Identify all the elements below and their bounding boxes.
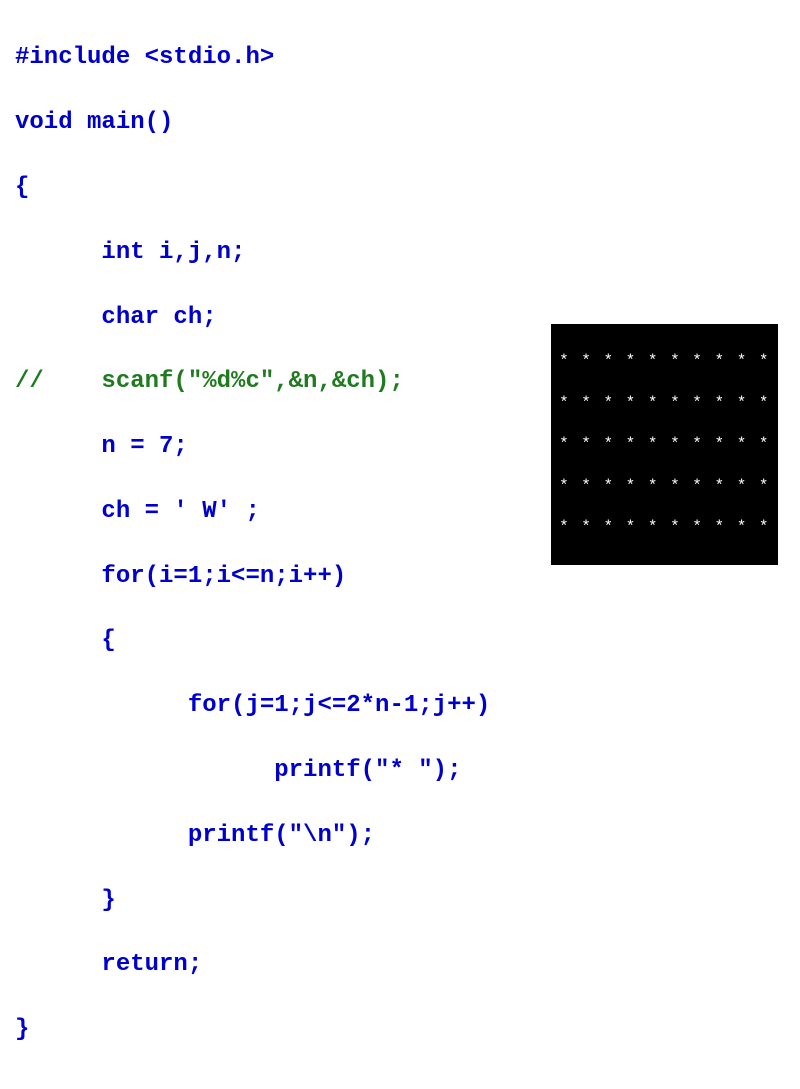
code-line: for(j=1;j<=2*n-1;j++) — [15, 690, 785, 722]
code-line: int i,j,n; — [15, 237, 785, 269]
console-output: * * * * * * * * * * * * * * * * * * * * … — [551, 324, 778, 565]
output-row: * * * * * * * * * * — [559, 517, 770, 538]
code-line: } — [15, 885, 785, 917]
code-line: { — [15, 172, 785, 204]
code-line: for(i=1;i<=n;i++) — [15, 561, 785, 593]
code-line: #include <stdio.h> — [15, 42, 785, 74]
code-line: { — [15, 625, 785, 657]
code-line: return; — [15, 949, 785, 981]
code-line: printf("* "); — [15, 755, 785, 787]
output-row: * * * * * * * * * * — [559, 476, 770, 497]
code-line: void main() — [15, 107, 785, 139]
output-row: * * * * * * * * * * — [559, 351, 770, 372]
output-row: * * * * * * * * * * — [559, 434, 770, 455]
code-line: printf("\n"); — [15, 820, 785, 852]
output-row: * * * * * * * * * * — [559, 393, 770, 414]
code-line: } — [15, 1014, 785, 1046]
